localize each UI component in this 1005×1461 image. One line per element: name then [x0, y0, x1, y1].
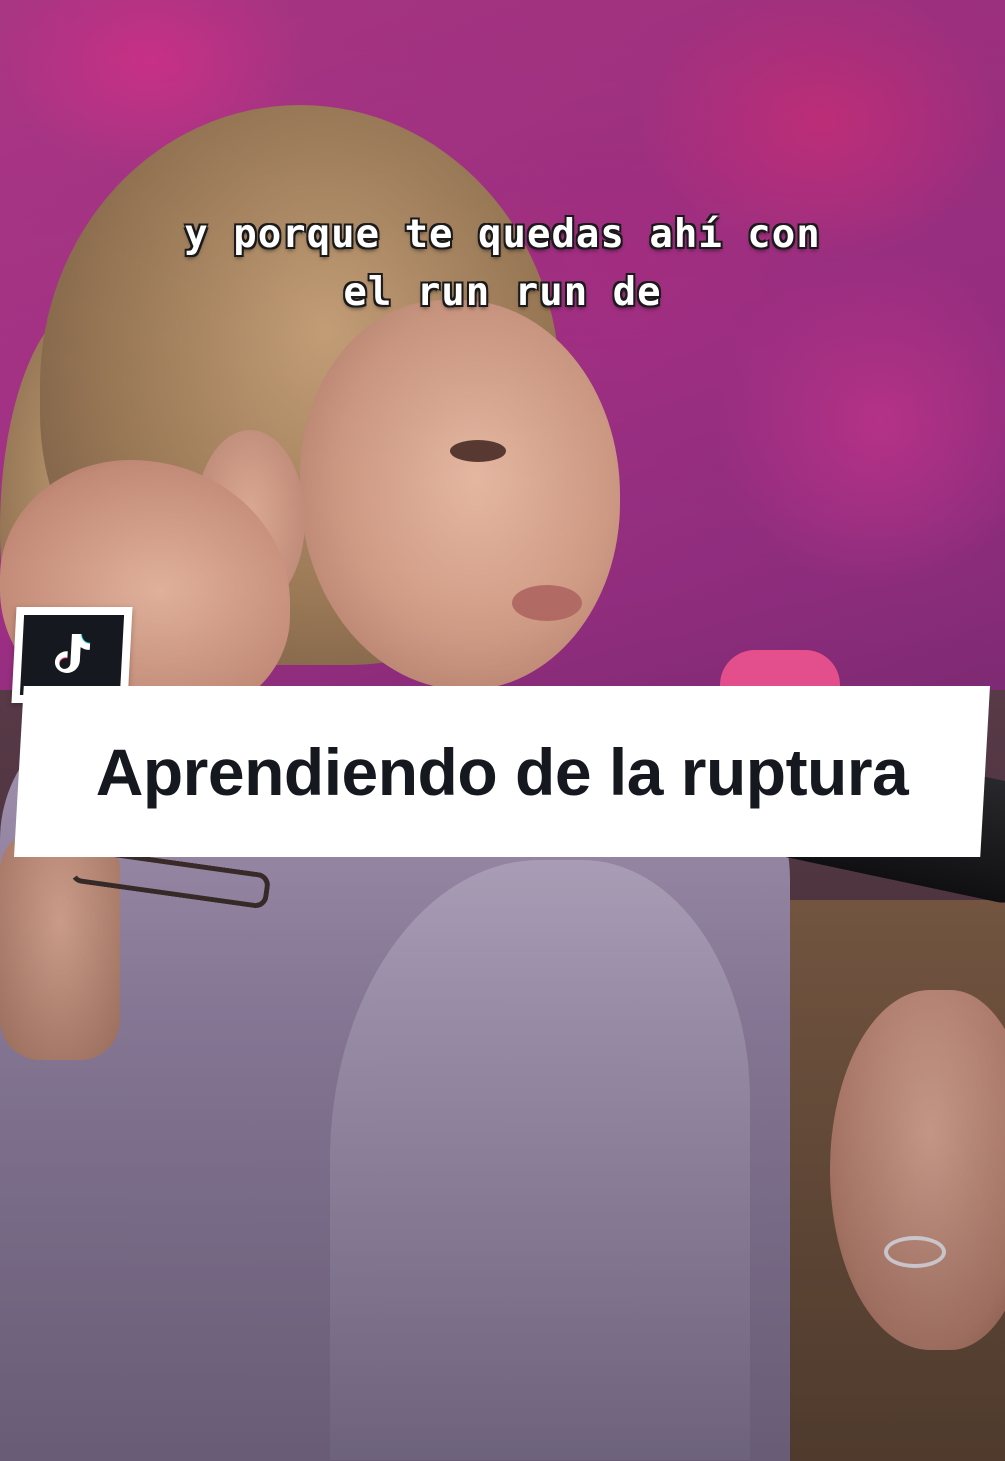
subtitle-line-1: y porque te quedas ahí con: [184, 212, 821, 257]
tiktok-icon: [55, 633, 91, 673]
subtitle-line-2: el run run de: [343, 270, 662, 315]
tiktok-badge-inner: [19, 615, 125, 695]
video-title: Aprendiendo de la ruptura: [95, 734, 909, 809]
